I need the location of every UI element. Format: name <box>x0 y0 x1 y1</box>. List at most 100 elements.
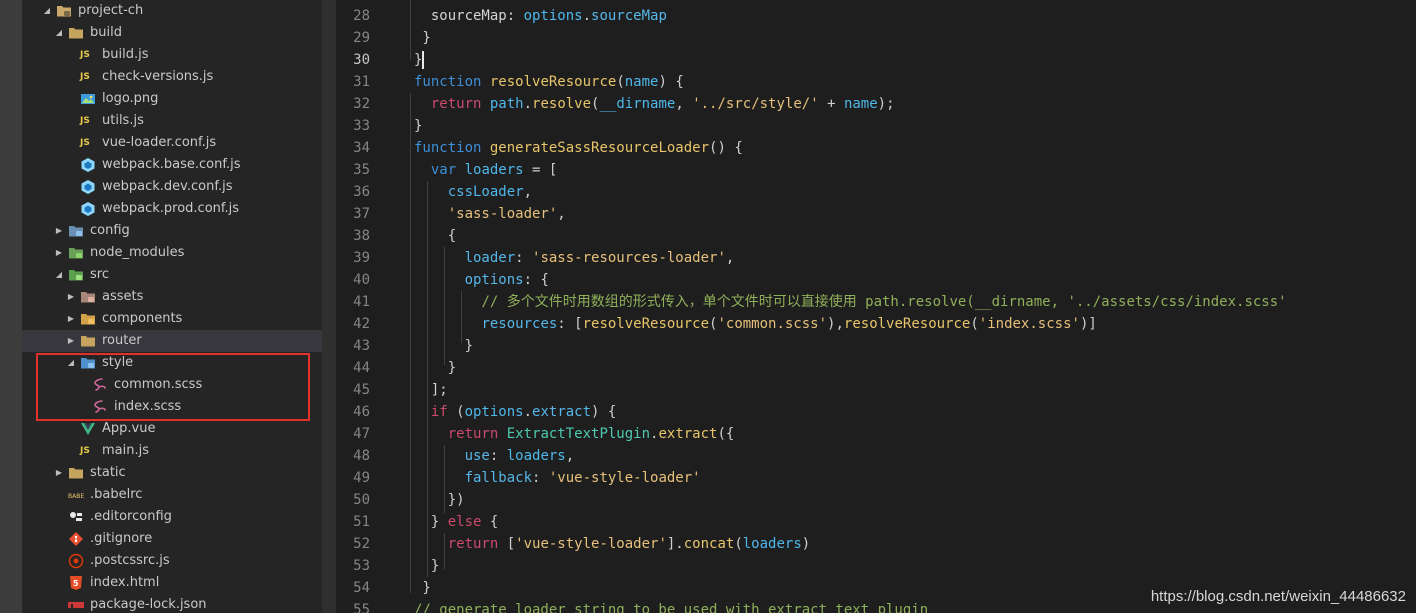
chevron-down-icon[interactable]: ◢ <box>54 22 64 44</box>
code-line[interactable]: } <box>414 27 430 49</box>
chevron-right-icon[interactable]: ▶ <box>66 330 76 352</box>
file-item[interactable]: BABEL .babelrc <box>22 484 322 506</box>
code-line[interactable]: { <box>414 225 456 247</box>
chevron-down-icon[interactable]: ◢ <box>66 352 76 374</box>
folder-item[interactable]: ▶ config <box>22 220 322 242</box>
code-line[interactable]: var loaders = [ <box>414 159 557 181</box>
code-line[interactable]: return path.resolve(__dirname, '../src/s… <box>414 93 895 115</box>
editorconfig-icon <box>68 509 84 525</box>
code-line[interactable]: } else { <box>414 511 498 533</box>
code-line[interactable]: use: loaders, <box>414 445 575 467</box>
code-token: : { <box>523 272 549 288</box>
line-number: 38 <box>353 228 370 244</box>
code-line[interactable]: } <box>414 335 473 357</box>
code-token: // 多个文件时用数组的形式传入，单个文件时可以直接使用 path.resolv… <box>481 294 1287 310</box>
code-token: () { <box>709 140 743 156</box>
file-item[interactable]: JS check-versions.js <box>22 66 322 88</box>
file-item[interactable]: webpack.base.conf.js <box>22 154 322 176</box>
code-line[interactable]: }) <box>414 489 465 511</box>
code-line[interactable]: cssLoader, <box>414 181 532 203</box>
code-line[interactable]: return ['vue-style-loader'].concat(loade… <box>414 533 810 555</box>
code-token: , <box>565 448 575 464</box>
line-number: 43 <box>353 338 370 354</box>
code-line[interactable]: function generateSassResourceLoader() { <box>414 137 743 159</box>
folder-item[interactable]: ▶ static <box>22 462 322 484</box>
code-token: name <box>624 74 659 90</box>
code-line[interactable]: fallback: 'vue-style-loader' <box>414 467 701 489</box>
code-line[interactable]: options: { <box>414 269 549 291</box>
chevron-right-icon[interactable]: ▶ <box>54 242 64 264</box>
chevron-right-icon[interactable]: ▶ <box>66 308 76 330</box>
code-editor[interactable]: 28 sourceMap: options.sourceMap 29 } 30} 31… <box>336 0 1416 613</box>
chevron-right-icon[interactable]: ▶ <box>66 286 76 308</box>
folder-item[interactable]: ◢ style <box>22 352 322 374</box>
code-line[interactable]: function resolveResource(name) { <box>414 71 684 93</box>
code-token: : <box>515 250 533 266</box>
chevron-down-icon[interactable]: ◢ <box>54 264 64 286</box>
file-label: config <box>90 223 130 238</box>
file-item[interactable]: 5 index.html <box>22 572 322 594</box>
code-line[interactable]: } <box>414 555 439 577</box>
file-item[interactable]: package-lock.json <box>22 594 322 613</box>
line-number: 51 <box>353 514 370 530</box>
code-line[interactable]: } <box>414 49 422 71</box>
line-number: 35 <box>353 162 370 178</box>
sass-file-icon <box>92 399 108 415</box>
file-item[interactable]: JS main.js <box>22 440 322 462</box>
folder-item[interactable]: ▶ assets <box>22 286 322 308</box>
file-item[interactable]: .gitignore <box>22 528 322 550</box>
node-folder-icon <box>68 245 84 261</box>
chevron-right-icon[interactable]: ▶ <box>54 462 64 484</box>
code-line[interactable]: ]; <box>414 379 448 401</box>
code-token: return <box>447 426 499 442</box>
webpack-icon <box>80 157 96 173</box>
file-item[interactable]: index.scss <box>22 396 322 418</box>
file-item[interactable]: App.vue <box>22 418 322 440</box>
code-line[interactable]: } <box>414 115 422 137</box>
folder-item[interactable]: ▶ node_modules <box>22 242 322 264</box>
code-token: resolve <box>532 96 592 112</box>
folder-icon <box>80 333 96 349</box>
code-line[interactable]: // 多个文件时用数组的形式传入，单个文件时可以直接使用 path.resolv… <box>414 291 1287 313</box>
file-item[interactable]: .postcssrc.js <box>22 550 322 572</box>
code-line[interactable]: if (options.extract) { <box>414 401 616 423</box>
file-item[interactable]: webpack.dev.conf.js <box>22 176 322 198</box>
folder-item[interactable]: ▶ router <box>22 330 322 352</box>
folder-item[interactable]: ◢ src <box>22 264 322 286</box>
folder-item[interactable]: ▶ components <box>22 308 322 330</box>
file-item[interactable]: logo.png <box>22 88 322 110</box>
code-token: 'vue-style-loader' <box>548 470 701 486</box>
panel-divider[interactable] <box>322 0 336 613</box>
chevron-down-icon[interactable]: ◢ <box>42 0 52 22</box>
code-token: if <box>430 404 448 420</box>
file-item[interactable]: webpack.prod.conf.js <box>22 198 322 220</box>
line-number: 29 <box>353 30 370 46</box>
chevron-right-icon[interactable]: ▶ <box>54 220 64 242</box>
file-item[interactable]: JS vue-loader.conf.js <box>22 132 322 154</box>
code-line[interactable]: return ExtractTextPlugin.extract({ <box>414 423 735 445</box>
code-token: . <box>523 404 533 420</box>
file-item[interactable]: .editorconfig <box>22 506 322 528</box>
code-line[interactable]: sourceMap: options.sourceMap <box>414 5 667 27</box>
code-token: ]; <box>430 382 448 398</box>
code-line[interactable]: } <box>414 577 430 599</box>
code-line[interactable]: // generate loader string to be used wit… <box>414 599 928 613</box>
code-token: + <box>818 96 844 112</box>
file-label: static <box>90 465 126 480</box>
code-line[interactable]: resources: [resolveResource('common.scss… <box>414 313 1096 335</box>
file-label: .postcssrc.js <box>90 553 170 568</box>
file-item[interactable]: JS build.js <box>22 44 322 66</box>
code-token: }) <box>447 492 465 508</box>
line-number: 46 <box>353 404 370 420</box>
file-item[interactable]: common.scss <box>22 374 322 396</box>
code-token: loader <box>464 250 516 266</box>
file-item[interactable]: JS utils.js <box>22 110 322 132</box>
code-line[interactable]: loader: 'sass-resources-loader', <box>414 247 735 269</box>
code-line[interactable]: 'sass-loader', <box>414 203 566 225</box>
folder-item[interactable]: ◢ project-ch <box>22 0 322 22</box>
folder-item[interactable]: ◢ build <box>22 22 322 44</box>
code-line[interactable]: } <box>414 357 456 379</box>
